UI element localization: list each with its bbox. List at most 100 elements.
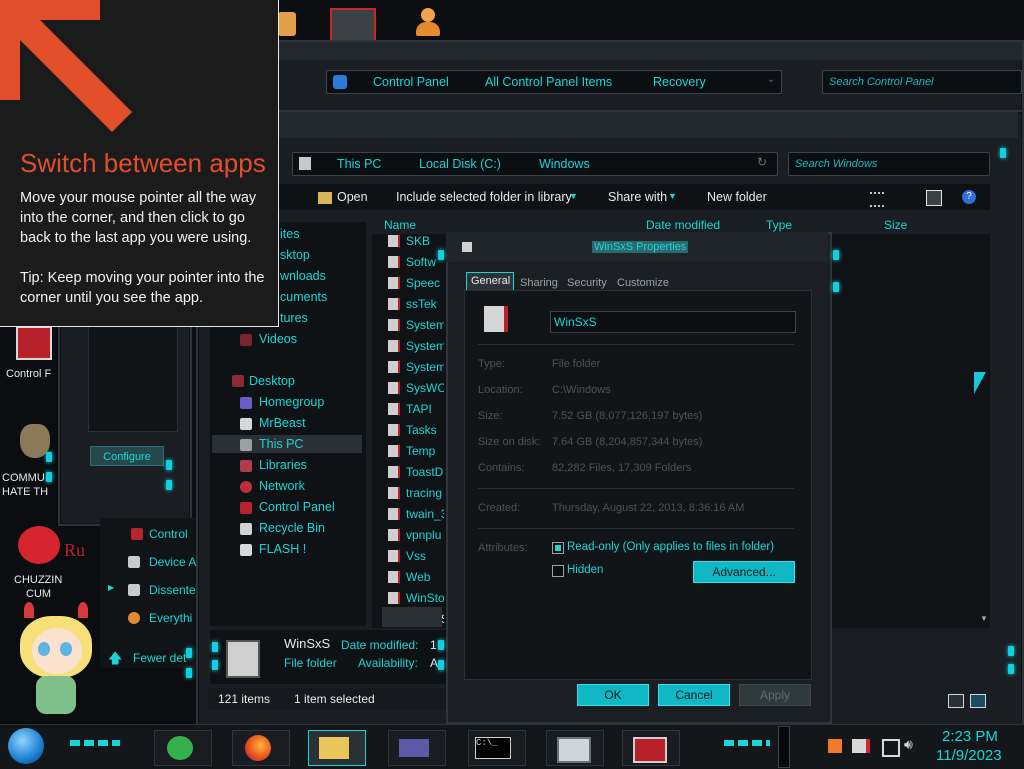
apply-button[interactable]: Apply (739, 684, 811, 706)
file-row[interactable]: SysWC (388, 377, 444, 398)
file-row-selected[interactable] (382, 607, 442, 627)
money-bag-icon[interactable] (20, 424, 50, 458)
file-row[interactable]: vpnplu (388, 524, 441, 545)
desktop-app-icon-1[interactable] (278, 12, 296, 36)
clock-date[interactable]: 11/9/2023 (936, 747, 1002, 764)
breadcrumb-local-disk[interactable]: Local Disk (C:) (419, 157, 501, 171)
tray-network-icon[interactable] (882, 739, 900, 757)
file-row[interactable]: SKB (388, 230, 430, 251)
nav-mrbeast[interactable]: MrBeast (259, 416, 306, 430)
nav-documents[interactable]: cuments (280, 290, 327, 304)
collapse-arrow-icon[interactable]: 🡅 (108, 648, 122, 672)
tab-sharing[interactable]: Sharing (520, 277, 558, 289)
explorer-search[interactable]: Search Windows (788, 152, 990, 176)
control-panel-address-bar[interactable]: Control Panel All Control Panel Items Re… (326, 70, 782, 94)
file-row[interactable]: Speec (388, 272, 440, 293)
advanced-button[interactable]: Advanced... (693, 561, 795, 583)
scroll-down-icon[interactable]: ▼ (980, 614, 990, 626)
preview-pane-icon[interactable] (926, 190, 942, 206)
cartoon-character-icon[interactable] (14, 602, 98, 720)
start-orb-button[interactable] (8, 728, 44, 764)
nav-control-panel[interactable]: Control Panel (259, 500, 335, 514)
breadcrumb-this-pc[interactable]: This PC (337, 157, 381, 171)
desktop-label-commu-2[interactable]: HATE TH (2, 486, 48, 498)
desktop-label-ru[interactable]: Ru (64, 540, 85, 561)
nav-this-pc[interactable]: This PC (259, 437, 303, 451)
fewer-details-link[interactable]: Fewer det (133, 651, 186, 665)
nav-pictures[interactable]: tures (280, 311, 308, 325)
desktop-app-icon-2[interactable] (330, 8, 376, 42)
nav-libraries[interactable]: Libraries (259, 458, 307, 472)
breadcrumb-recovery[interactable]: Recovery (653, 75, 706, 89)
breadcrumb-windows[interactable]: Windows (539, 157, 590, 171)
include-in-library-button[interactable]: Include selected folder in library (396, 190, 572, 204)
include-chevron-icon[interactable]: ▼ (569, 191, 578, 201)
new-folder-button[interactable]: New folder (707, 190, 767, 204)
file-row[interactable]: TAPI (388, 398, 432, 419)
file-row[interactable]: Tasks (388, 419, 437, 440)
desktop-label-chuzzin-2[interactable]: CUM (26, 588, 51, 600)
readonly-label[interactable]: Read-only (Only applies to files in fold… (567, 541, 774, 553)
breadcrumb-control-panel[interactable]: Control Panel (373, 75, 449, 89)
file-row[interactable]: Web (388, 566, 430, 587)
desktop-label-commu-1[interactable]: COMMU (2, 472, 45, 484)
left-list-control[interactable]: Control (149, 527, 188, 541)
desktop-label-control[interactable]: Control F (6, 368, 51, 380)
file-row[interactable]: Temp (388, 440, 435, 461)
details-view-icon[interactable] (948, 694, 964, 708)
taskbar-chat-app[interactable] (154, 730, 212, 766)
file-row[interactable]: WinSto (388, 587, 444, 608)
nav-flash[interactable]: FLASH ! (259, 542, 306, 556)
file-row[interactable]: System (388, 314, 444, 335)
large-icons-view-icon[interactable] (970, 694, 986, 708)
tab-customize[interactable]: Customize (617, 277, 669, 289)
taskbar-app-4[interactable] (388, 730, 446, 766)
left-list-everything[interactable]: Everythi (149, 611, 192, 625)
expand-arrow-icon[interactable]: ▶ (108, 583, 114, 592)
file-row[interactable]: Vss (388, 545, 426, 566)
cancel-button[interactable]: Cancel (658, 684, 730, 706)
hidden-checkbox[interactable] (552, 565, 564, 577)
tab-general[interactable]: General (466, 272, 514, 291)
taskbar-explorer[interactable] (308, 730, 366, 766)
desktop-label-chuzzin-1[interactable]: CHUZZIN (14, 574, 62, 586)
tray-volume-icon[interactable]: 🔊︎ (904, 736, 913, 753)
user-avatar-icon[interactable] (416, 6, 440, 36)
nav-favorites[interactable]: ites (280, 227, 299, 241)
file-row[interactable]: twain_3 (388, 503, 444, 524)
view-options-icon[interactable] (870, 192, 884, 207)
file-row[interactable]: Softw (388, 251, 436, 272)
nav-desktop[interactable]: Desktop (249, 374, 295, 388)
taskbar-monitor[interactable] (546, 730, 604, 766)
ok-button[interactable]: OK (577, 684, 649, 706)
file-row[interactable]: tracing (388, 482, 442, 503)
chuzzle-icon[interactable] (18, 526, 60, 564)
taskbar-control-panel[interactable] (622, 730, 680, 766)
nav-videos[interactable]: Videos (259, 332, 297, 346)
left-list-device[interactable]: Device A (149, 555, 196, 569)
clock-time[interactable]: 2:23 PM (942, 728, 998, 745)
share-chevron-icon[interactable]: ▼ (668, 191, 677, 201)
column-size-header[interactable]: Size (884, 218, 907, 232)
file-row[interactable]: ssTek (388, 293, 437, 314)
nav-network[interactable]: Network (259, 479, 305, 493)
control-panel-desktop-icon[interactable] (16, 326, 52, 360)
readonly-checkbox[interactable] (552, 542, 564, 554)
chevron-down-icon[interactable]: ⌄ (767, 74, 775, 85)
help-icon[interactable]: ? (962, 190, 976, 204)
column-date-header[interactable]: Date modified (646, 218, 720, 232)
control-panel-search[interactable]: Search Control Panel (822, 70, 1022, 94)
tab-security[interactable]: Security (567, 277, 607, 289)
file-row[interactable]: System (388, 356, 444, 377)
file-row[interactable]: ToastD (388, 461, 443, 482)
breadcrumb-all-items[interactable]: All Control Panel Items (485, 75, 612, 89)
left-list-dissente[interactable]: Dissente (149, 583, 196, 597)
tray-app-icon[interactable] (828, 739, 842, 753)
taskbar-cmd[interactable]: C:\_ (468, 730, 526, 766)
nav-desktop-fav[interactable]: sktop (280, 248, 310, 262)
nav-recycle-bin[interactable]: Recycle Bin (259, 521, 325, 535)
taskbar-firefox[interactable] (232, 730, 290, 766)
explorer-address-bar[interactable]: This PC Local Disk (C:) Windows ↻ (292, 152, 778, 176)
configure-button[interactable]: Configure (90, 446, 164, 466)
nav-homegroup[interactable]: Homegroup (259, 395, 324, 409)
